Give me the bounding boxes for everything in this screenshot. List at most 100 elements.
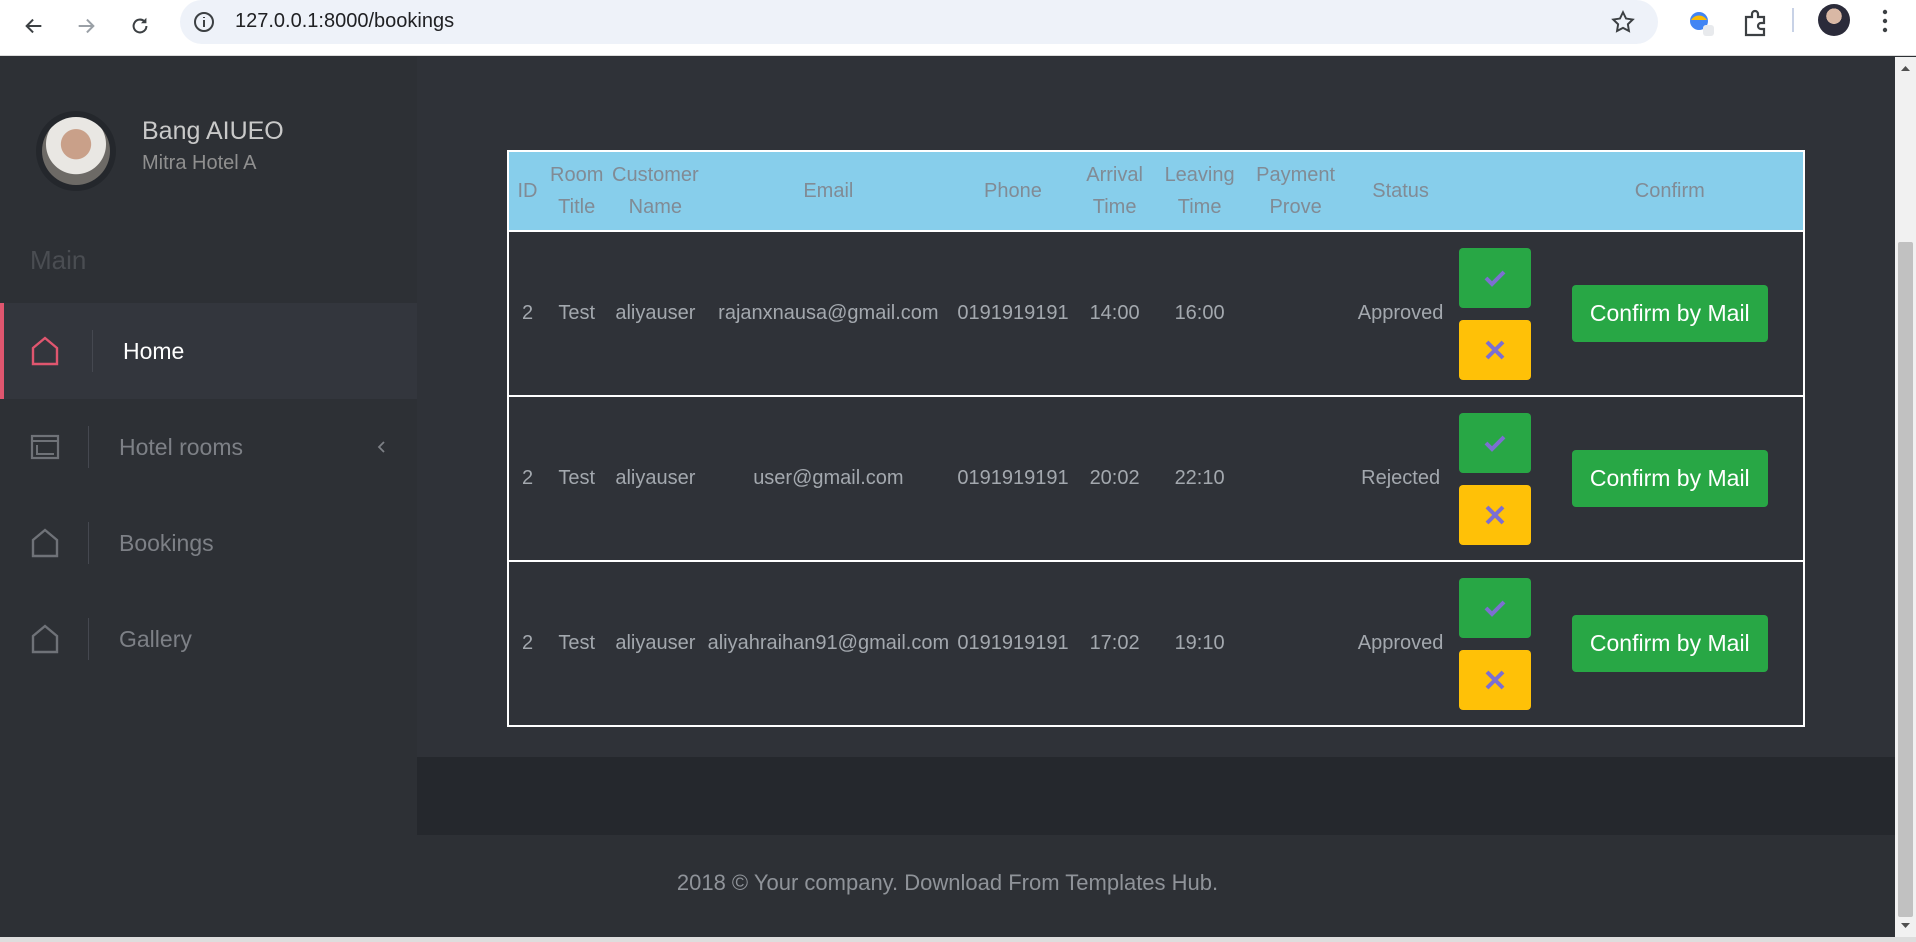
cell-phone: 0191919191: [957, 302, 1069, 324]
col-header-room-title: Room Title: [550, 164, 604, 218]
sidebar-item-bookings[interactable]: Bookings: [0, 495, 417, 591]
bookmark-star-icon[interactable]: [1610, 9, 1636, 35]
section-label-main: Main: [30, 245, 87, 275]
footer-copyright: 2018 © Your company. Download From Templ…: [676, 870, 1219, 895]
browser-toolbar: 127.0.0.1:8000/bookings: [0, 0, 1916, 56]
reject-button[interactable]: [1458, 319, 1531, 380]
home-icon: [31, 528, 59, 558]
arrow-right-icon: [78, 18, 95, 34]
cell-leaving-time: 19:10: [1174, 632, 1225, 654]
col-header-customer-name: Customer Name: [612, 164, 699, 218]
sidebar-item-label: Hotel rooms: [119, 433, 243, 460]
nav-separator: [88, 522, 89, 564]
cell-email: aliyahraihan91@gmail.com: [707, 632, 950, 654]
cell-arrival-time: 20:02: [1089, 467, 1140, 489]
cell-confirm: Confirm by Mail: [1537, 231, 1804, 396]
user-name: Bang AIUEO: [142, 117, 284, 145]
extension-icon[interactable]: [1686, 8, 1716, 38]
cell-actions: [1453, 561, 1537, 726]
main-content: ID Room Title Customer Name Email Phone Ar…: [417, 57, 1895, 757]
nav-separator: [88, 426, 89, 468]
sidebar-item-hotel-rooms[interactable]: Hotel rooms: [0, 399, 417, 495]
page-scrollbar[interactable]: [1895, 57, 1916, 937]
cell-customer-name: aliyauser: [615, 467, 696, 489]
chevron-left-icon[interactable]: [374, 439, 390, 455]
sidebar-item-label: Gallery: [119, 625, 192, 652]
status-badge: Approved: [1357, 632, 1444, 654]
approve-button[interactable]: [1458, 247, 1531, 308]
close-icon: [1485, 505, 1505, 524]
scroll-up-arrow-icon[interactable]: [1900, 63, 1911, 74]
avatar: [36, 111, 116, 191]
cell-arrival-time: 14:00: [1089, 302, 1140, 324]
col-header-arrival-time: Arrival Time: [1086, 164, 1143, 218]
scroll-thumb[interactable]: [1898, 242, 1913, 917]
confirm-by-mail-button[interactable]: Confirm by Mail: [1571, 285, 1768, 342]
sidebar-item-label: Home: [123, 337, 185, 364]
col-header-email: Email: [803, 180, 854, 202]
address-bar[interactable]: 127.0.0.1:8000/bookings: [180, 0, 1658, 44]
cell-arrival-time: 17:02: [1089, 632, 1140, 654]
check-icon: [1484, 270, 1506, 287]
reload-button[interactable]: [122, 8, 158, 44]
col-header-leaving-time: Leaving Time: [1164, 164, 1235, 218]
reject-button[interactable]: [1458, 484, 1531, 545]
confirm-by-mail-button[interactable]: Confirm by Mail: [1571, 615, 1768, 672]
cell-email: rajanxnausa@gmail.com: [718, 302, 939, 324]
table-row: 2 Test aliyauser aliyahraihan91@gmail.co…: [508, 561, 1804, 726]
close-icon: [1485, 340, 1505, 359]
cell-id: 2: [521, 302, 534, 324]
profile-avatar[interactable]: [1818, 4, 1850, 36]
puzzle-icon[interactable]: [1740, 8, 1770, 38]
user-photo: [42, 117, 110, 185]
arrow-left-icon: [25, 18, 42, 34]
reject-button[interactable]: [1458, 649, 1531, 710]
cell-room-title: Test: [558, 467, 596, 489]
more-vert-icon[interactable]: [1880, 6, 1890, 36]
window-bottom-edge: [0, 937, 1916, 942]
cell-confirm: Confirm by Mail: [1537, 561, 1804, 726]
url-text[interactable]: 127.0.0.1:8000/bookings: [235, 10, 454, 33]
cell-payment-prove: [1243, 561, 1349, 726]
cell-phone: 0191919191: [957, 467, 1069, 489]
toolbar-divider: [1792, 8, 1794, 32]
sidebar-item-home[interactable]: Home: [0, 303, 417, 399]
forward-button[interactable]: [68, 8, 104, 44]
reload-icon: [132, 17, 148, 34]
bookings-table: ID Room Title Customer Name Email Phone Ar…: [507, 150, 1805, 727]
nav-separator: [92, 330, 93, 372]
col-header-payment-prove: Payment Prove: [1256, 164, 1336, 218]
cell-id: 2: [521, 467, 534, 489]
confirm-by-mail-button[interactable]: Confirm by Mail: [1571, 450, 1768, 507]
cell-leaving-time: 22:10: [1174, 467, 1225, 489]
home-icon: [31, 336, 59, 366]
cell-leaving-time: 16:00: [1174, 302, 1225, 324]
window-icon: [30, 434, 60, 460]
user-subtitle: Mitra Hotel A: [142, 152, 257, 174]
home-icon: [31, 624, 59, 654]
cell-room-title: Test: [558, 632, 596, 654]
cell-payment-prove: [1243, 396, 1349, 561]
status-badge: Approved: [1357, 302, 1444, 324]
table-row: 2 Test aliyauser user@gmail.com 01919191…: [508, 396, 1804, 561]
cell-room-title: Test: [558, 302, 596, 324]
sidebar-item-gallery[interactable]: Gallery: [0, 591, 417, 687]
site-info-icon[interactable]: [192, 10, 216, 34]
col-header-confirm: Confirm: [1634, 180, 1705, 202]
status-badge: Rejected: [1361, 467, 1441, 489]
check-icon: [1484, 435, 1506, 452]
col-header-id: ID: [517, 180, 538, 202]
cell-email: user@gmail.com: [753, 467, 904, 489]
cell-actions: [1453, 231, 1537, 396]
sidebar: Bang AIUEO Mitra Hotel A Main Home Hotel…: [0, 57, 417, 937]
cell-actions: [1453, 396, 1537, 561]
sidebar-item-label: Bookings: [119, 529, 214, 556]
approve-button[interactable]: [1458, 577, 1531, 638]
cell-customer-name: aliyauser: [615, 632, 696, 654]
cell-payment-prove: [1243, 231, 1349, 396]
back-button[interactable]: [16, 8, 52, 44]
scroll-down-arrow-icon[interactable]: [1900, 920, 1911, 931]
cell-confirm: Confirm by Mail: [1537, 396, 1804, 561]
approve-button[interactable]: [1458, 412, 1531, 473]
nav-separator: [88, 618, 89, 660]
